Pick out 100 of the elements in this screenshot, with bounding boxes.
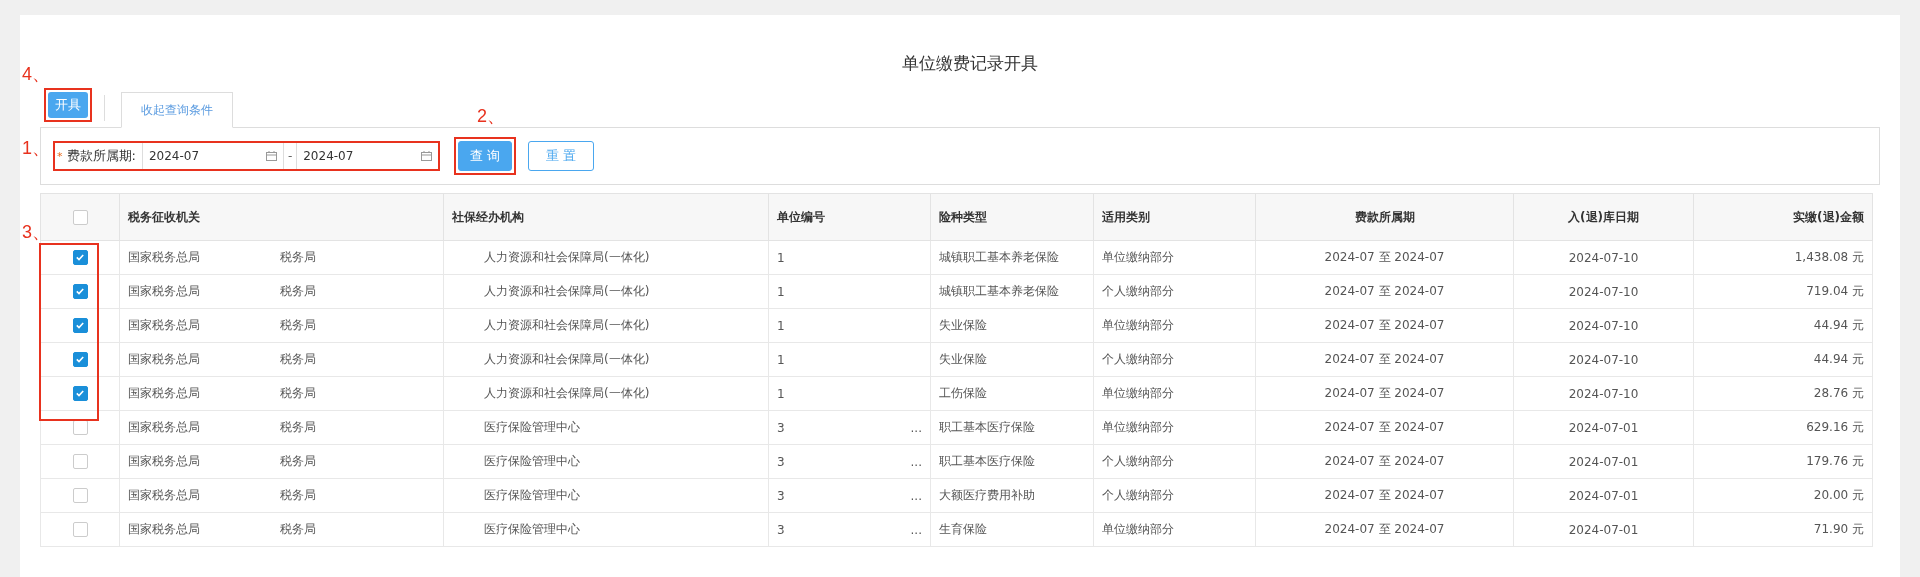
table-cell: 国家税务总局 (128, 283, 200, 300)
check-icon (76, 322, 84, 329)
column-header: 单位编号 (768, 193, 931, 241)
table-cell: 3 (777, 454, 785, 469)
table-cell: 税务局 (280, 487, 316, 504)
check-icon (76, 254, 84, 261)
reset-button[interactable]: 重 置 (528, 141, 595, 171)
column-header: 适用类别 (1093, 193, 1256, 241)
table-cell: 税务局 (280, 453, 316, 470)
table-cell: 2024-07-10 (1513, 376, 1694, 411)
annotation-number: 1、 (22, 139, 50, 157)
table-cell: 3 (777, 420, 785, 435)
page-title: 单位缴费记录开具 (901, 52, 1039, 75)
table-cell: 人力资源和社会保障局(一体化) (443, 240, 769, 275)
table-cell: 生育保险 (930, 512, 1094, 547)
table-cell: 失业保险 (930, 342, 1094, 377)
column-header: 费款所属期 (1255, 193, 1514, 241)
table-cell: 税务局 (280, 317, 316, 334)
table-cell: 医疗保险管理中心 (443, 512, 769, 547)
table-cell: 国家税务总局 (128, 419, 200, 436)
table-cell: 2024-07 至 2024-07 (1255, 376, 1514, 411)
table-cell: 1 (777, 250, 785, 265)
table-cell: 单位缴纳部分 (1093, 410, 1256, 445)
table-cell: 719.04 元 (1693, 274, 1873, 309)
table-cell: 城镇职工基本养老保险 (930, 274, 1094, 309)
column-header: 险种类型 (930, 193, 1094, 241)
search-button[interactable]: 查 询 (458, 141, 513, 171)
column-header: 社保经办机构 (443, 193, 769, 241)
annotation-number: 3、 (22, 223, 50, 241)
issue-button[interactable]: 开具 (48, 92, 88, 118)
calendar-icon (265, 151, 277, 161)
table-cell: 2024-07 至 2024-07 (1255, 444, 1514, 479)
table-cell: 国家税务总局 (128, 351, 200, 368)
table-cell: 1 (777, 386, 785, 401)
more-indicator: ... (910, 488, 922, 503)
checkbox[interactable] (72, 318, 88, 333)
table-cell: 国家税务总局 (128, 487, 200, 504)
column-header: 实缴(退)金额 (1693, 193, 1873, 241)
checkbox[interactable] (72, 352, 88, 367)
table-cell: 2024-07-01 (1513, 478, 1694, 513)
annotation-number: 4、 (22, 65, 50, 83)
more-indicator: ... (910, 454, 922, 469)
table-cell: 医疗保险管理中心 (443, 478, 769, 513)
date-field[interactable]: 2024-07 (141, 143, 284, 169)
field-label: 费款所属期: (65, 147, 137, 165)
check-icon (76, 390, 84, 397)
date-field[interactable]: 2024-07 (296, 143, 439, 169)
checkbox[interactable] (72, 284, 88, 299)
table-cell: 城镇职工基本养老保险 (930, 240, 1094, 275)
table-cell: 2024-07-01 (1513, 444, 1694, 479)
table-cell: 税务局 (280, 249, 316, 266)
table-cell: 1 (777, 318, 785, 333)
collapse-tab[interactable]: 收起查询条件 (121, 92, 233, 128)
table-cell: 单位缴纳部分 (1093, 240, 1256, 275)
table-cell: 人力资源和社会保障局(一体化) (443, 376, 769, 411)
checkbox[interactable] (72, 250, 88, 265)
table-cell: 28.76 元 (1693, 376, 1873, 411)
table-cell: 2024-07-01 (1513, 512, 1694, 547)
table-cell: 大额医疗费用补助 (930, 478, 1094, 513)
table-cell: 单位缴纳部分 (1093, 376, 1256, 411)
check-icon (76, 288, 84, 295)
table-cell: 20.00 元 (1693, 478, 1873, 513)
table-cell: 3 (777, 522, 785, 537)
table-cell: 71.90 元 (1693, 512, 1873, 547)
table-cell: 国家税务总局 (128, 521, 200, 538)
table-cell: 2024-07-01 (1513, 410, 1694, 445)
table-cell: 税务局 (280, 521, 316, 538)
table-cell: 国家税务总局 (128, 453, 200, 470)
table-cell: 税务局 (280, 351, 316, 368)
table-cell: 税务局 (280, 419, 316, 436)
table-cell: 2024-07 至 2024-07 (1255, 342, 1514, 377)
table-cell: 2024-07 至 2024-07 (1255, 274, 1514, 309)
table-cell: 2024-07-10 (1513, 308, 1694, 343)
table-cell: 国家税务总局 (128, 317, 200, 334)
table-cell: 2024-07 至 2024-07 (1255, 478, 1514, 513)
table-cell: 国家税务总局 (128, 385, 200, 402)
table-cell: 629.16 元 (1693, 410, 1873, 445)
checkbox[interactable] (72, 522, 88, 537)
table-cell: 2024-07-10 (1513, 342, 1694, 377)
table-cell: 1 (777, 352, 785, 367)
checkbox[interactable] (72, 488, 88, 503)
checkbox[interactable] (72, 209, 88, 225)
table-cell: 国家税务总局 (128, 249, 200, 266)
check-icon (76, 356, 84, 363)
table-cell: 2024-07 至 2024-07 (1255, 308, 1514, 343)
table-cell: 44.94 元 (1693, 308, 1873, 343)
table-cell: 个人缴纳部分 (1093, 274, 1256, 309)
table-cell: 医疗保险管理中心 (443, 410, 769, 445)
table-cell: 税务局 (280, 283, 316, 300)
table-cell: 人力资源和社会保障局(一体化) (443, 274, 769, 309)
table-cell: 1 (777, 284, 785, 299)
table-cell: 44.94 元 (1693, 342, 1873, 377)
checkbox[interactable] (72, 386, 88, 401)
table-cell: 单位缴纳部分 (1093, 512, 1256, 547)
table-cell: 个人缴纳部分 (1093, 444, 1256, 479)
table-cell: 失业保险 (930, 308, 1094, 343)
annotation-number: 2、 (477, 107, 505, 125)
checkbox[interactable] (72, 454, 88, 469)
column-header: 税务征收机关 (119, 193, 444, 241)
more-indicator: ... (910, 420, 922, 435)
